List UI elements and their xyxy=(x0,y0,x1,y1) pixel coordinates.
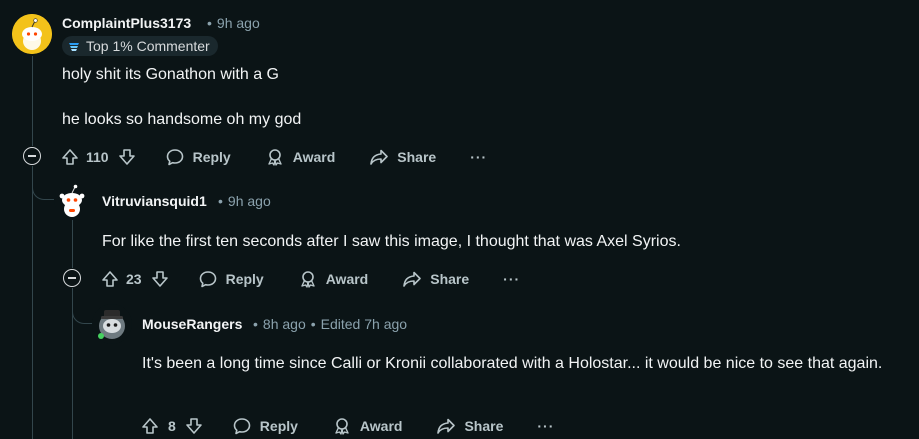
award-icon xyxy=(268,149,282,166)
thread-line xyxy=(32,56,33,146)
share-icon xyxy=(437,418,456,434)
comment-username[interactable]: MouseRangers xyxy=(142,316,242,332)
comment-body-line: he looks so handsome oh my god xyxy=(62,111,302,128)
more-options-button[interactable]: ··· xyxy=(503,271,520,287)
reply-icon xyxy=(166,149,183,166)
award-label: Award xyxy=(292,149,336,165)
downvote-icon xyxy=(185,418,202,434)
upvote-button[interactable] xyxy=(100,269,120,289)
comment-time: 8h ago xyxy=(262,316,306,332)
collapse-thread-button[interactable] xyxy=(23,147,41,165)
edited-label: Edited 7h ago xyxy=(320,316,408,332)
comment-time: 9h ago xyxy=(216,15,260,31)
reply-label: Reply xyxy=(259,418,298,434)
award-label: Award xyxy=(325,271,369,287)
upvote-icon xyxy=(62,149,78,165)
avatar[interactable] xyxy=(12,14,52,54)
separator-dot: • xyxy=(253,316,258,332)
comment-body-line: For like the first ten seconds after I s… xyxy=(102,233,681,250)
award-icon xyxy=(301,271,315,288)
reply-icon xyxy=(233,418,251,435)
upvote-icon xyxy=(142,418,158,434)
comment-meta: • 9h ago xyxy=(202,15,260,31)
share-button[interactable]: Share xyxy=(369,147,436,167)
comment-actions: 8 Reply Award Share ··· xyxy=(140,410,554,439)
avatar[interactable] xyxy=(54,182,90,218)
reply-label: Reply xyxy=(192,149,231,165)
vote-count: 110 xyxy=(86,149,109,165)
badge-label: Top 1% Commenter xyxy=(86,38,210,54)
reply-button[interactable]: Reply xyxy=(232,416,298,436)
comment-meta: • 9h ago xyxy=(213,193,271,209)
collapse-thread-button[interactable] xyxy=(63,269,81,287)
comment-body-line: holy shit its Gonathon with a G xyxy=(62,66,279,83)
vote-count: 8 xyxy=(168,418,176,434)
award-icon xyxy=(335,418,349,435)
share-button[interactable]: Share xyxy=(402,269,469,289)
comment-username[interactable]: ComplaintPlus3173 xyxy=(62,15,191,31)
downvote-button[interactable] xyxy=(117,147,137,167)
thread-elbow xyxy=(32,166,54,200)
reply-label: Reply xyxy=(225,271,264,287)
comment-username[interactable]: Vitruviansquid1 xyxy=(102,193,207,209)
award-label: Award xyxy=(359,418,403,434)
downvote-icon xyxy=(151,271,168,287)
comment-actions: 23 Reply Award Share ··· xyxy=(100,263,520,295)
thread-elbow xyxy=(72,288,94,324)
downvote-button[interactable] xyxy=(184,416,204,436)
top-commenter-icon xyxy=(69,43,79,51)
share-label: Share xyxy=(430,271,470,287)
reply-button[interactable]: Reply xyxy=(165,147,231,167)
more-options-button[interactable]: ··· xyxy=(537,418,554,434)
upvote-button[interactable] xyxy=(140,416,160,436)
comment-actions: 110 Reply Award Share ··· xyxy=(60,141,487,173)
award-button[interactable]: Award xyxy=(332,416,403,436)
commenter-badge[interactable]: Top 1% Commenter xyxy=(62,36,218,56)
comment-body-line: It's been a long time since Calli or Kro… xyxy=(142,355,883,372)
share-icon xyxy=(370,149,389,165)
separator-dot: • xyxy=(310,316,316,332)
separator-dot: • xyxy=(207,15,212,31)
vote-count: 23 xyxy=(126,271,142,287)
reply-button[interactable]: Reply xyxy=(198,269,264,289)
share-icon xyxy=(403,271,422,287)
avatar[interactable] xyxy=(92,304,132,344)
thread-line xyxy=(72,220,73,268)
separator-dot: • xyxy=(218,193,223,209)
downvote-button[interactable] xyxy=(150,269,170,289)
share-button[interactable]: Share xyxy=(436,416,503,436)
reply-icon xyxy=(199,271,216,288)
snoo-avatar-icon xyxy=(59,184,85,217)
award-button[interactable]: Award xyxy=(298,269,369,289)
comment-time: 9h ago xyxy=(227,193,271,209)
share-label: Share xyxy=(397,149,437,165)
award-button[interactable]: Award xyxy=(265,147,336,167)
more-options-button[interactable]: ··· xyxy=(470,149,487,165)
upvote-icon xyxy=(102,271,118,287)
upvote-button[interactable] xyxy=(60,147,80,167)
snoo-avatar-icon xyxy=(98,310,125,339)
share-label: Share xyxy=(464,418,504,434)
downvote-icon xyxy=(118,149,135,165)
snoo-avatar-icon xyxy=(12,14,52,54)
thread-line xyxy=(32,166,33,439)
comment-meta: • 8h ago • Edited 7h ago xyxy=(248,316,407,332)
